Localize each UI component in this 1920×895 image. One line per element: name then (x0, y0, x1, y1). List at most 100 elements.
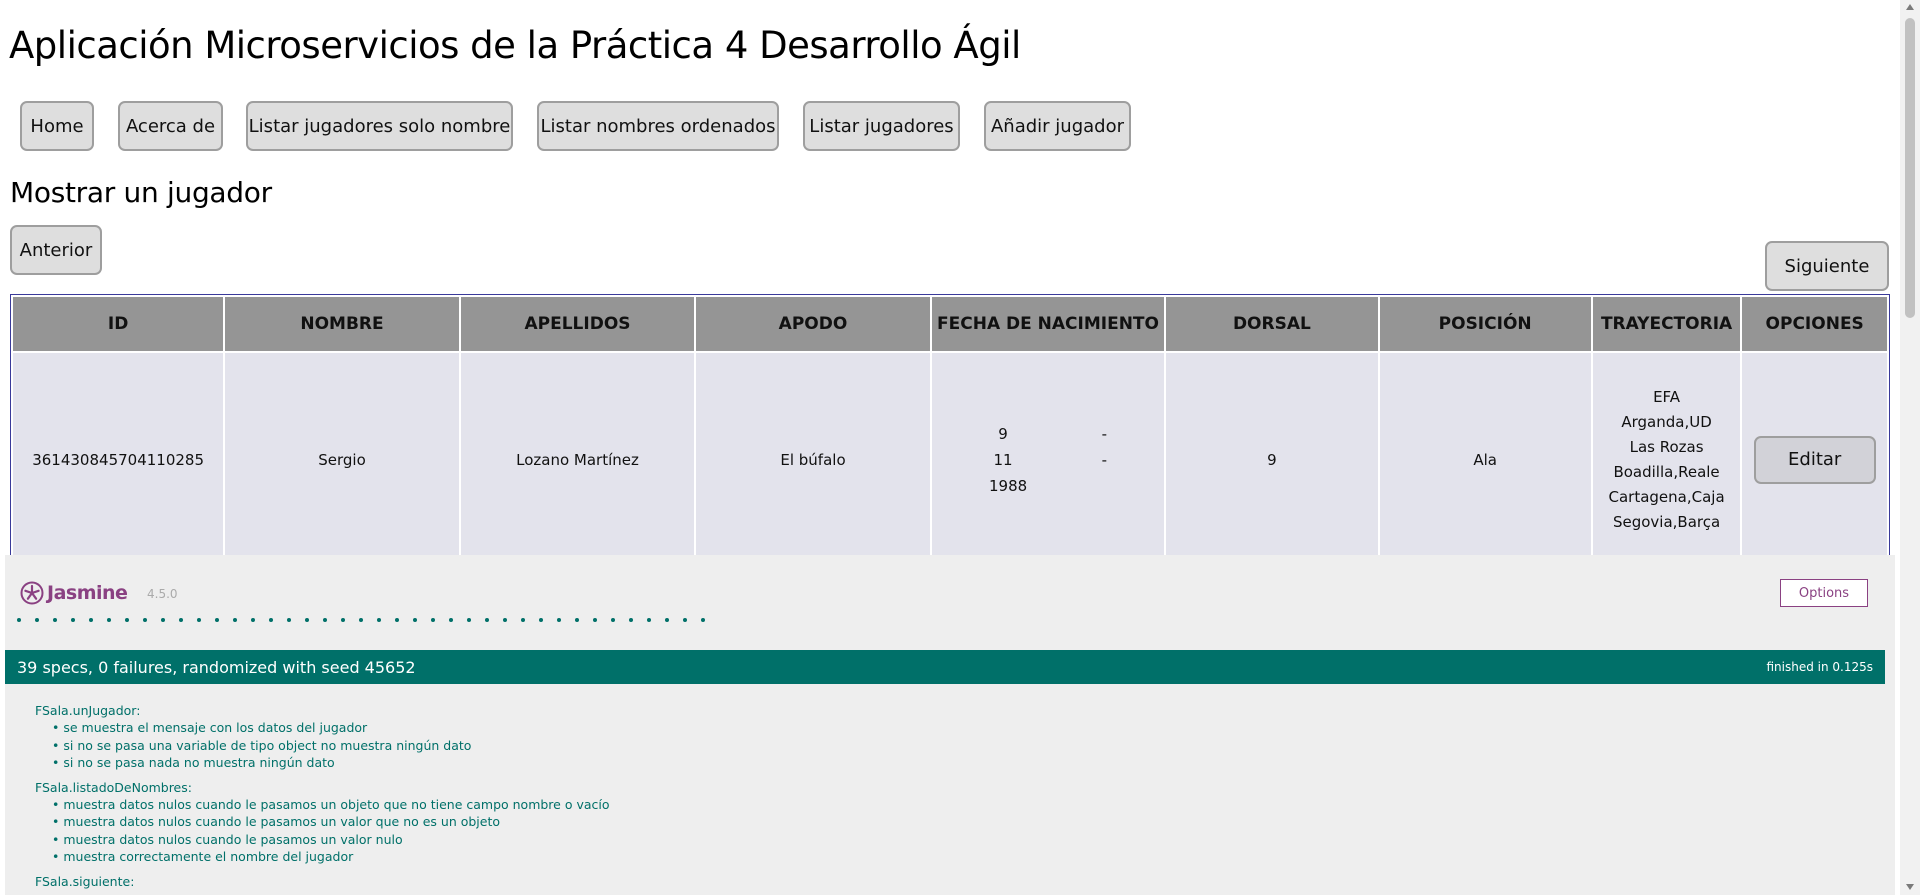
suite-title[interactable]: FSala.unJugador: (35, 702, 610, 719)
add-player-button[interactable]: Añadir jugador (984, 101, 1131, 151)
player-table: ID NOMBRE APELLIDOS APODO FECHA DE NACIM… (10, 294, 1890, 555)
app-container: Aplicación Microservicios de la Práctica… (0, 0, 1900, 555)
spec-dot (647, 618, 651, 622)
scroll-thumb[interactable] (1905, 18, 1915, 318)
column-header-apellidos: APELLIDOS (460, 297, 695, 351)
spec-dot (449, 618, 453, 622)
previous-button[interactable]: Anterior (10, 225, 102, 275)
edit-button[interactable]: Editar (1753, 435, 1876, 484)
suite: FSala.unJugador: se muestra el mensaje c… (35, 702, 610, 772)
column-header-posicion: POSICIÓN (1379, 297, 1591, 351)
spec-dot (431, 618, 435, 622)
cell-apodo: El búfalo (696, 353, 930, 555)
spec-dot (197, 618, 201, 622)
cell-dorsal: 9 (1166, 353, 1378, 555)
spec-dot (179, 618, 183, 622)
spec-item[interactable]: muestra datos nulos cuando le pasamos un… (35, 831, 610, 849)
column-header-dorsal: DORSAL (1166, 297, 1378, 351)
spec-dot (287, 618, 291, 622)
suite-title[interactable]: FSala.listadoDeNombres: (35, 779, 610, 796)
column-header-id: ID (13, 297, 224, 351)
trayectoria-line: Boadilla,Reale (1613, 462, 1720, 481)
spec-item[interactable]: muestra datos nulos cuando le pasamos un… (35, 813, 610, 831)
column-header-trayectoria: TRAYECTORIA (1592, 297, 1741, 351)
spec-dots (17, 618, 705, 622)
options-button[interactable]: Options (1780, 579, 1868, 607)
spec-item[interactable]: muestra datos nulos cuando le pasamos un… (35, 796, 609, 814)
spec-dot (557, 618, 561, 622)
spec-dot (215, 618, 219, 622)
spec-dot (71, 618, 75, 622)
trayectoria-line: Arganda,UD (1621, 412, 1712, 431)
spec-dot (17, 618, 21, 622)
spec-dot (53, 618, 57, 622)
column-header-fecha: FECHA DE NACIMIENTO (931, 297, 1165, 351)
list-names-button[interactable]: Listar jugadores solo nombre (246, 101, 513, 151)
cell-opciones: Editar (1742, 353, 1887, 555)
spec-dot (575, 618, 579, 622)
spec-dot (485, 618, 489, 622)
spec-dot (305, 618, 309, 622)
trayectoria-line: EFA (1653, 387, 1681, 406)
spec-dot (377, 618, 381, 622)
spec-dot (161, 618, 165, 622)
spec-dot (323, 618, 327, 622)
fecha-dia: 9 (998, 424, 1008, 443)
spec-item[interactable]: muestra correctamente el nombre del juga… (35, 848, 610, 866)
about-button[interactable]: Acerca de (118, 101, 223, 151)
list-sorted-names-button[interactable]: Listar nombres ordenados (537, 101, 779, 151)
spec-dot (629, 618, 633, 622)
cell-fecha: 9 - 11 - 1988 (931, 353, 1165, 555)
cell-nombre: Sergio (225, 353, 459, 555)
cell-apellidos: Lozano Martínez (460, 353, 695, 555)
cell-posicion: Ala (1379, 353, 1591, 555)
column-header-nombre: NOMBRE (225, 297, 459, 351)
fecha-separator: - (1101, 450, 1107, 469)
spec-dot (611, 618, 615, 622)
home-button[interactable]: Home (20, 101, 94, 151)
results-duration: finished in 0.125s (1766, 660, 1873, 674)
spec-dot (521, 618, 525, 622)
spec-dot (143, 618, 147, 622)
spec-dot (539, 618, 543, 622)
suite: FSala.listadoDeNombres: muestra datos nu… (35, 779, 610, 866)
spec-dot (467, 618, 471, 622)
fecha-mes: 11 (993, 450, 1013, 469)
jasmine-logo: Jasmine (20, 581, 128, 605)
list-players-button[interactable]: Listar jugadores (803, 101, 960, 151)
trayectoria-line: Segovia,Barça (1612, 512, 1721, 531)
spec-dot (359, 618, 363, 622)
results-bar: 39 specs, 0 failures, randomized with se… (5, 650, 1885, 684)
column-header-opciones: OPCIONES (1742, 297, 1887, 351)
spec-dot (89, 618, 93, 622)
spec-dot (665, 618, 669, 622)
next-button[interactable]: Siguiente (1765, 241, 1889, 291)
suite: FSala.siguiente: (35, 873, 610, 890)
results-summary: 39 specs, 0 failures, randomized with se… (17, 657, 416, 677)
fecha-value: 9 - 11 - 1988 (989, 421, 1107, 499)
jasmine-name: Jasmine (47, 582, 128, 604)
section-title: Mostrar un jugador (10, 176, 272, 209)
spec-dot (125, 618, 129, 622)
scroll-down-arrow-icon[interactable] (1906, 884, 1914, 890)
trayectoria-line: Las Rozas (1629, 437, 1704, 456)
jasmine-flower-icon (20, 581, 44, 605)
spec-list: FSala.unJugador: se muestra el mensaje c… (35, 702, 610, 895)
table-row: 361430845704110285 Sergio Lozano Martíne… (13, 353, 1887, 555)
spec-dot (35, 618, 39, 622)
scroll-up-arrow-icon[interactable] (1906, 4, 1914, 10)
spec-dot (107, 618, 111, 622)
cell-id: 361430845704110285 (13, 353, 224, 555)
spec-item[interactable]: si no se pasa una variable de tipo objec… (35, 737, 610, 755)
jasmine-version: 4.5.0 (147, 587, 178, 601)
spec-item[interactable]: se muestra el mensaje con los datos del … (35, 719, 610, 737)
spec-dot (683, 618, 687, 622)
spec-dot (701, 618, 705, 622)
spec-item[interactable]: si no se pasa nada no muestra ningún dat… (35, 754, 610, 772)
fecha-anio: 1988 (989, 476, 1028, 495)
vertical-scrollbar[interactable] (1900, 0, 1920, 895)
page-title: Aplicación Microservicios de la Práctica… (9, 24, 1021, 67)
spec-dot (395, 618, 399, 622)
suite-title[interactable]: FSala.siguiente: (35, 873, 610, 890)
column-header-apodo: APODO (696, 297, 930, 351)
